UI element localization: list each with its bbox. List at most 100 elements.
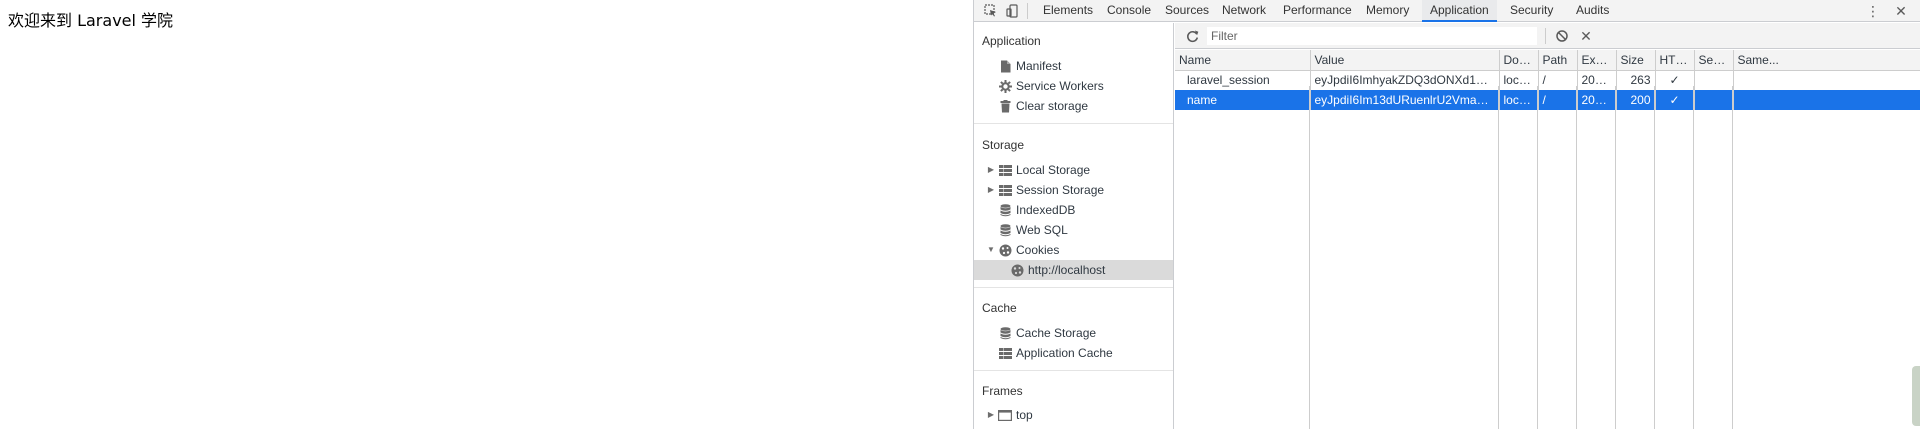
close-icon[interactable]: ✕ <box>1892 2 1910 20</box>
section-title-frames: Frames <box>982 384 1023 398</box>
sidebar-item-label: Clear storage <box>1016 99 1089 113</box>
tab-performance[interactable]: Performance <box>1275 0 1360 22</box>
cookie-domain-cell: local... <box>1499 70 1539 90</box>
cookie-http-cell: ✓ <box>1655 90 1695 110</box>
refresh-icon[interactable] <box>1183 27 1201 45</box>
tab-sources[interactable]: Sources <box>1157 0 1217 22</box>
cookie-value-cell: eyJpdiI6Im13dURuenlrU2VmanE3S2FYT... <box>1310 90 1500 110</box>
database-icon <box>998 203 1012 217</box>
table-icon <box>998 183 1012 197</box>
cookies-table: Name Value Dom... Path Expir... Size HTT… <box>1175 50 1920 429</box>
filter-input[interactable] <box>1207 27 1537 45</box>
tab-audits[interactable]: Audits <box>1568 0 1617 22</box>
cookie-http-cell: ✓ <box>1655 70 1695 90</box>
expand-arrow-icon[interactable]: ▶ <box>986 160 996 180</box>
cookie-name-cell: name <box>1175 90 1311 110</box>
sidebar-item-indexeddb[interactable]: IndexedDB <box>974 200 1173 220</box>
page-viewport: 欢迎来到 Laravel 学院 <box>0 0 973 429</box>
sidebar-item-localhost-cookies[interactable]: http://localhost <box>974 260 1173 280</box>
database-icon <box>998 223 1012 237</box>
inspect-element-icon[interactable] <box>982 2 1000 20</box>
toolbar-separator <box>1545 28 1546 44</box>
cookie-path-cell: / <box>1538 70 1578 90</box>
sidebar-item-label: Web SQL <box>1016 223 1068 237</box>
expand-arrow-icon[interactable]: ▶ <box>986 405 996 425</box>
cookie-samesite-cell <box>1733 90 1920 110</box>
column-header-name[interactable]: Name <box>1175 50 1311 71</box>
sidebar-item-label: IndexedDB <box>1016 203 1076 217</box>
cookie-size-cell: 263 <box>1616 70 1656 90</box>
section-title-application: Application <box>982 34 1041 48</box>
cookie-value-cell: eyJpdiI6ImhyakZDQ3dONXd1aEJZRDFiO... <box>1310 70 1500 90</box>
sidebar-item-service-workers[interactable]: Service Workers <box>974 76 1173 96</box>
table-row[interactable]: laravel_session eyJpdiI6ImhyakZDQ3dONXd1… <box>1175 70 1920 90</box>
tab-security[interactable]: Security <box>1502 0 1561 22</box>
sidebar-item-clear-storage[interactable]: Clear storage <box>974 96 1173 116</box>
sidebar-item-web-sql[interactable]: Web SQL <box>974 220 1173 240</box>
table-row-selected[interactable]: name eyJpdiI6Im13dURuenlrU2VmanE3S2FYT..… <box>1175 90 1920 110</box>
devtools-toolbar: Elements Console Sources Network Perform… <box>974 0 1920 22</box>
sidebar-item-session-storage[interactable]: ▶ Session Storage <box>974 180 1173 200</box>
application-sidebar: Application Manifest Service Workers Cle… <box>974 23 1174 429</box>
frame-icon <box>998 408 1012 422</box>
cookie-domain-cell: local... <box>1499 90 1539 110</box>
column-header-path[interactable]: Path <box>1538 50 1578 71</box>
tab-elements[interactable]: Elements <box>1035 0 1101 22</box>
sidebar-item-cookies[interactable]: ▼ Cookies <box>974 240 1173 260</box>
sidebar-item-label: Manifest <box>1016 59 1062 73</box>
table-header-row: Name Value Dom... Path Expir... Size HTT… <box>1175 50 1920 71</box>
cookie-icon <box>998 243 1012 257</box>
kebab-menu-icon[interactable]: ⋮ <box>1864 2 1882 20</box>
gear-icon <box>998 79 1012 93</box>
cookie-path-cell: / <box>1538 90 1578 110</box>
sidebar-item-frame-top[interactable]: ▶ top <box>974 405 1173 425</box>
sidebar-item-label: http://localhost <box>1028 263 1106 277</box>
cookie-secure-cell <box>1694 90 1734 110</box>
column-header-domain[interactable]: Dom... <box>1499 50 1539 71</box>
trash-icon <box>998 99 1012 113</box>
section-divider <box>974 287 1173 288</box>
section-divider <box>974 123 1173 124</box>
section-title-cache: Cache <box>982 301 1017 315</box>
cookie-name-cell: laravel_session <box>1175 70 1311 90</box>
device-toolbar-icon[interactable] <box>1004 2 1022 20</box>
sidebar-item-application-cache[interactable]: Application Cache <box>974 343 1173 363</box>
table-icon <box>998 346 1012 360</box>
section-divider <box>974 370 1173 371</box>
sidebar-item-label: Session Storage <box>1016 183 1105 197</box>
section-title-storage: Storage <box>982 138 1025 152</box>
delete-selected-icon[interactable]: ✕ <box>1577 27 1595 45</box>
sidebar-item-label: Local Storage <box>1016 163 1091 177</box>
column-header-size[interactable]: Size <box>1616 50 1656 71</box>
cookie-icon <box>1010 263 1024 277</box>
scroll-indicator[interactable] <box>1912 366 1920 426</box>
tab-memory[interactable]: Memory <box>1358 0 1417 22</box>
tab-application[interactable]: Application <box>1422 0 1497 22</box>
devtools-panel: Elements Console Sources Network Perform… <box>973 0 1920 429</box>
tab-console[interactable]: Console <box>1099 0 1159 22</box>
sidebar-item-manifest[interactable]: Manifest <box>974 56 1173 76</box>
tab-network[interactable]: Network <box>1214 0 1274 22</box>
table-icon <box>998 163 1012 177</box>
expand-arrow-icon[interactable]: ▶ <box>986 180 996 200</box>
sidebar-item-local-storage[interactable]: ▶ Local Storage <box>974 160 1173 180</box>
column-header-http[interactable]: HTTP <box>1655 50 1695 71</box>
column-header-secure[interactable]: Secure <box>1694 50 1734 71</box>
column-header-value[interactable]: Value <box>1310 50 1500 71</box>
document-icon <box>998 59 1012 73</box>
clear-all-icon[interactable] <box>1553 27 1571 45</box>
cookie-samesite-cell <box>1733 70 1920 90</box>
welcome-heading: 欢迎来到 Laravel 学院 <box>8 11 174 30</box>
cookie-size-cell: 200 <box>1616 90 1656 110</box>
sidebar-item-label: Cache Storage <box>1016 326 1097 340</box>
cookie-expires-cell: 2019... <box>1577 90 1617 110</box>
database-icon <box>998 326 1012 340</box>
sidebar-item-label: Cookies <box>1016 243 1060 257</box>
column-header-expires[interactable]: Expir... <box>1577 50 1617 71</box>
sidebar-item-cache-storage[interactable]: Cache Storage <box>974 323 1173 343</box>
column-header-samesite[interactable]: Same... <box>1733 50 1920 71</box>
toolbar-separator <box>1027 3 1028 19</box>
collapse-arrow-icon[interactable]: ▼ <box>986 240 996 260</box>
sidebar-item-label: Application Cache <box>1016 346 1113 360</box>
cookie-secure-cell <box>1694 70 1734 90</box>
